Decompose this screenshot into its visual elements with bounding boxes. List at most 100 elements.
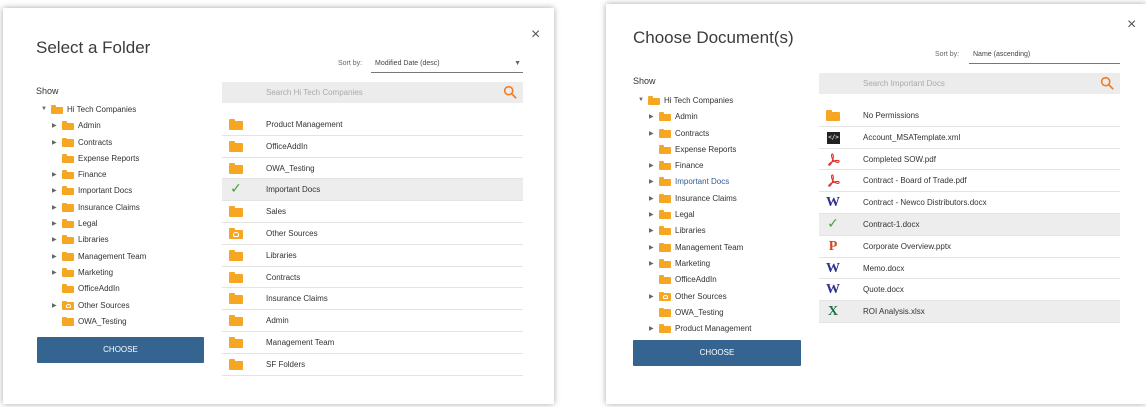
list-item[interactable]: X ROI Analysis.xlsx <box>819 301 1120 323</box>
folder-icon-shape <box>659 193 671 203</box>
search-input[interactable]: Search Important Docs <box>819 73 1120 94</box>
collapse-toggle-icon[interactable]: ▶ <box>52 253 57 260</box>
collapse-toggle-icon[interactable]: ▶ <box>649 325 654 332</box>
list-item-label: Memo.docx <box>863 263 905 273</box>
list-item[interactable]: Contracts <box>222 267 523 289</box>
folder-icon-shape <box>659 161 671 171</box>
collapse-toggle-icon[interactable]: ▶ <box>649 113 654 120</box>
list-item[interactable]: W Contract - Newco Distributors.docx <box>819 192 1120 214</box>
collapse-toggle-icon[interactable]: ▶ <box>52 302 57 309</box>
collapse-toggle-icon[interactable]: ▶ <box>649 260 654 267</box>
sort-value: Modified Date (desc) <box>375 60 440 67</box>
collapse-toggle-icon[interactable]: ▶ <box>649 211 654 218</box>
powerpoint-file-icon: P <box>828 238 838 254</box>
folder-icon <box>659 128 671 138</box>
list-item[interactable]: Contract - Board of Trade.pdf <box>819 170 1120 193</box>
sort-label: Sort by: <box>935 51 960 58</box>
list-item[interactable]: OfficeAddIn <box>222 136 523 158</box>
folder-icon-shape <box>659 177 671 187</box>
sort-value: Name (ascending) <box>973 51 1031 58</box>
collapse-toggle-icon[interactable]: ▶ <box>649 178 654 185</box>
folder-icon-shape <box>229 315 243 327</box>
sort-select[interactable]: Name (ascending) <box>969 50 1120 64</box>
folder-icon-shape <box>62 284 74 294</box>
folder-icon-shape <box>62 186 74 196</box>
folder-icon <box>229 358 243 370</box>
folder-icon-shape <box>659 144 671 154</box>
list-item[interactable]: Libraries <box>222 245 523 267</box>
collapse-toggle-icon[interactable]: ▶ <box>52 171 57 178</box>
folder-icon <box>62 202 74 212</box>
folder-icon-shape <box>229 140 243 152</box>
expand-toggle-icon[interactable]: ▼ <box>638 97 644 103</box>
tree-item-label: OfficeAddIn <box>78 284 120 294</box>
folder-icon <box>229 140 243 152</box>
pdf-file-icon <box>828 152 840 166</box>
tree-item-label: Contracts <box>78 137 113 147</box>
folder-icon-shape <box>229 119 243 130</box>
folder-icon <box>229 336 243 348</box>
list-item[interactable]: P Corporate Overview.pptx <box>819 236 1120 258</box>
choose-button[interactable]: CHOOSE <box>633 340 801 366</box>
list-item[interactable]: ✓ Contract-1.docx <box>819 213 1120 236</box>
list-item[interactable]: </> Account_MSATemplate.xml <box>819 127 1120 149</box>
collapse-toggle-icon[interactable]: ▶ <box>649 244 654 251</box>
collapse-toggle-icon[interactable]: ▶ <box>649 162 654 169</box>
search-icon[interactable] <box>1100 76 1114 90</box>
list-item[interactable]: W Quote.docx <box>819 279 1120 302</box>
list-item[interactable]: W Memo.docx <box>819 258 1120 280</box>
cloud-icon <box>662 295 668 300</box>
word-file-icon: W <box>826 282 840 298</box>
choose-button[interactable]: CHOOSE <box>37 337 204 363</box>
collapse-toggle-icon[interactable]: ▶ <box>52 139 57 146</box>
list-item-label: No Permissions <box>863 111 920 120</box>
folder-icon-shape <box>62 235 74 245</box>
excel-file-icon: X <box>827 304 839 320</box>
list-item-label: OWA_Testing <box>266 163 315 173</box>
list-item[interactable]: ✓ Important Docs <box>222 179 523 202</box>
folder-icon-shape <box>229 271 243 283</box>
list-item-label: ROI Analysis.xlsx <box>863 307 925 317</box>
folder-icon-shape <box>659 258 671 268</box>
list-item[interactable]: Sales <box>222 201 523 223</box>
sort-select[interactable]: Modified Date (desc) ▼ <box>371 59 523 73</box>
collapse-toggle-icon[interactable]: ▶ <box>52 269 57 276</box>
tree-item-label: Product Management <box>675 324 752 334</box>
list-item[interactable]: SF Folders <box>222 354 523 376</box>
close-icon[interactable]: × <box>531 27 540 43</box>
tree-item-label: Expense Reports <box>675 144 737 154</box>
collapse-toggle-icon[interactable]: ▶ <box>52 187 57 194</box>
search-placeholder: Search Hi Tech Companies <box>266 88 363 97</box>
folder-icon <box>62 186 74 196</box>
folder-icon-shape <box>229 162 243 174</box>
collapse-toggle-icon[interactable]: ▶ <box>649 195 654 202</box>
collapse-toggle-icon[interactable]: ▶ <box>649 293 654 300</box>
tree-item-label: OfficeAddIn <box>675 275 717 285</box>
collapse-toggle-icon[interactable]: ▶ <box>52 204 57 211</box>
list-item-label: Libraries <box>266 250 297 260</box>
folder-icon <box>229 206 243 218</box>
close-icon[interactable]: × <box>1127 17 1136 33</box>
tree-item-label: Marketing <box>78 267 114 277</box>
search-icon[interactable] <box>503 85 517 99</box>
list-item[interactable]: Completed SOW.pdf <box>819 149 1120 171</box>
list-item[interactable]: Other Sources <box>222 223 523 245</box>
collapse-toggle-icon[interactable]: ▶ <box>649 227 654 234</box>
word-file-icon: W <box>826 260 840 276</box>
folder-icon <box>659 210 671 220</box>
folder-icon <box>659 177 671 187</box>
collapse-toggle-icon[interactable]: ▶ <box>52 220 57 227</box>
collapse-toggle-icon[interactable]: ▶ <box>52 236 57 243</box>
list-item[interactable]: OWA_Testing <box>222 158 523 180</box>
list-item[interactable]: No Permissions <box>819 105 1120 127</box>
expand-toggle-icon[interactable]: ▼ <box>41 106 47 112</box>
list-item[interactable]: Product Management <box>222 114 523 136</box>
folder-icon <box>659 144 671 154</box>
list-item[interactable]: Insurance Claims <box>222 288 523 311</box>
collapse-toggle-icon[interactable]: ▶ <box>52 122 57 129</box>
search-input[interactable]: Search Hi Tech Companies <box>222 82 523 103</box>
list-item[interactable]: Admin <box>222 310 523 332</box>
collapse-toggle-icon[interactable]: ▶ <box>649 130 654 137</box>
list-item[interactable]: Management Team <box>222 332 523 354</box>
folder-icon <box>648 96 660 105</box>
